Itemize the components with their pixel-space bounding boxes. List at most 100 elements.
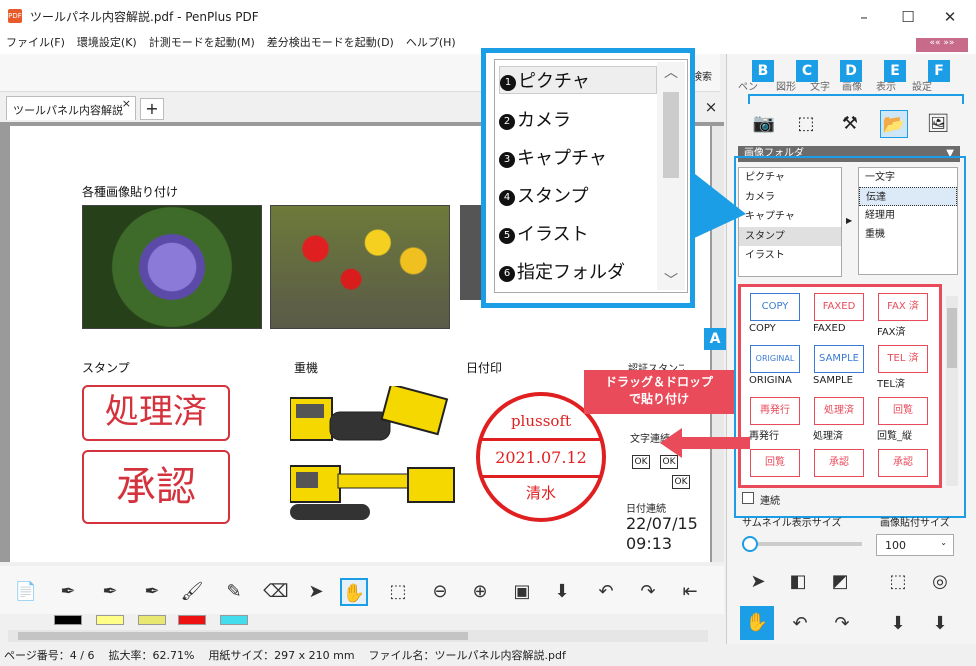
zoom-scrollbar[interactable]: ︿ ﹀ — [657, 62, 685, 290]
hand-tool-icon[interactable]: ✋ — [740, 606, 774, 640]
slider-handle[interactable] — [742, 536, 758, 552]
paste-size-select[interactable]: 100 ⌄ — [876, 534, 954, 556]
scroll-thumb[interactable] — [18, 632, 468, 640]
page-delete-icon[interactable]: ⬇ — [926, 610, 954, 638]
tulips-photo[interactable] — [270, 205, 450, 329]
swatch-red[interactable] — [178, 615, 206, 625]
thumb-item[interactable]: SAMPLE SAMPLE — [809, 345, 869, 391]
zoom-item[interactable]: 3 キャプチャ — [499, 144, 607, 170]
thumb-item[interactable]: 回覧 — [745, 449, 805, 495]
thumb-item[interactable]: FAXED FAXED — [809, 293, 869, 339]
thumb-scrollbar[interactable] — [946, 296, 958, 486]
subfolder-item-selected[interactable]: 伝達 — [859, 187, 957, 206]
scroll-thumb[interactable] — [947, 308, 957, 368]
zoom-item[interactable]: 4 スタンプ — [499, 182, 588, 208]
marker-pen-2-icon[interactable]: ✒ — [96, 578, 124, 606]
marker-pen-icon[interactable]: ✒ — [54, 578, 82, 606]
thumb-item[interactable]: 処理済 処理済 — [809, 397, 869, 443]
ok-mark[interactable]: OK — [632, 455, 650, 469]
folder-icon[interactable]: 📂 — [880, 110, 908, 138]
menu-help[interactable]: ヘルプ(H) — [400, 32, 462, 54]
continuous-checkbox[interactable] — [742, 492, 754, 504]
close-window-button[interactable]: ✕ — [930, 6, 970, 28]
thumb-item[interactable]: 再発行 再発行 — [745, 397, 805, 443]
tab-close-icon[interactable]: × — [122, 97, 131, 110]
area-select-icon[interactable]: ⬚ — [884, 568, 912, 596]
zoom-item[interactable]: 6 指定フォルダ — [499, 258, 625, 284]
page-edit-icon[interactable]: 📄 — [12, 578, 40, 606]
redo-icon[interactable]: ↷ — [828, 610, 856, 638]
stamp-processed[interactable]: 処理済 — [82, 385, 230, 441]
select-arrow-icon[interactable]: ➤ — [744, 568, 772, 596]
ok-mark[interactable]: OK — [672, 475, 690, 489]
highlighter-icon[interactable]: ✎ — [220, 578, 248, 606]
thumb-item[interactable]: 承認 — [809, 449, 869, 495]
category-item-selected[interactable]: スタンプ — [739, 226, 841, 246]
menu-measure[interactable]: 計測モードを起動(M) — [143, 32, 261, 54]
zoom-in-icon[interactable]: ⊕ — [466, 578, 494, 606]
target-icon[interactable]: ◎ — [926, 568, 954, 596]
subfolder-item[interactable]: 経理用 — [859, 206, 957, 225]
bring-front-icon[interactable]: ◧ — [784, 568, 812, 596]
menu-file[interactable]: ファイル(F) — [0, 32, 71, 54]
status-zoom: 拡大率：62.71% — [108, 649, 195, 662]
thumb-item[interactable]: COPY COPY — [745, 293, 805, 339]
thumb-size-slider[interactable] — [742, 536, 862, 552]
document-tab[interactable]: ツールパネル内容解説 × — [6, 96, 136, 120]
thumb-item[interactable]: TEL 済 TEL済 — [873, 345, 933, 391]
stamp-approved[interactable]: 承認 — [82, 450, 230, 524]
hand-tool-icon[interactable]: ✋ — [340, 578, 368, 606]
select-arrow-icon[interactable]: ➤ — [302, 578, 330, 606]
scroll-thumb[interactable] — [663, 92, 679, 178]
close-document-button[interactable]: × — [700, 96, 722, 118]
zoom-out-icon[interactable]: ⊖ — [426, 578, 454, 606]
thumb-item[interactable]: ORIGINAL ORIGINA — [745, 345, 805, 391]
tab-shape[interactable]: 図形 — [776, 78, 796, 93]
search-tab-label[interactable]: 検索 — [692, 68, 712, 83]
brush-icon[interactable]: 🖌 — [178, 578, 206, 606]
maximize-button[interactable]: ☐ — [888, 6, 928, 28]
page-insert-icon[interactable]: ⬇ — [884, 610, 912, 638]
horizontal-scrollbar[interactable] — [8, 630, 708, 642]
camera-icon[interactable]: 📷 — [750, 110, 778, 138]
swatch-black[interactable] — [54, 615, 82, 625]
send-back-icon[interactable]: ◩ — [826, 568, 854, 596]
clematis-photo[interactable] — [82, 205, 262, 329]
category-item[interactable]: カメラ — [739, 188, 841, 208]
undo-icon[interactable]: ↶ — [592, 578, 620, 606]
stamp-icon[interactable]: ⚒ — [836, 110, 864, 138]
first-page-icon[interactable]: ⇤ — [676, 578, 704, 606]
category-item[interactable]: キャプチャ — [739, 207, 841, 227]
thumb-item[interactable]: 承認 — [873, 449, 933, 495]
excavator-illustration[interactable] — [289, 460, 460, 524]
zoom-item[interactable]: 1 ピクチャ — [499, 66, 657, 94]
menu-settings[interactable]: 環境設定(K) — [71, 32, 143, 54]
capture-icon[interactable]: ⬚ — [792, 110, 820, 138]
add-tab-button[interactable]: + — [140, 98, 164, 120]
redo-icon[interactable]: ↷ — [634, 578, 662, 606]
minimize-button[interactable]: – — [844, 6, 884, 28]
scroll-down-icon[interactable]: ﹀ — [657, 270, 685, 290]
thumb-item[interactable]: 回覧 回覧_縦 — [873, 397, 933, 443]
picture-icon[interactable]: 🖼 — [924, 110, 952, 138]
zoom-item[interactable]: 5 イラスト — [499, 220, 589, 246]
category-item[interactable]: イラスト — [739, 246, 841, 266]
swatch-pattern-yellow[interactable] — [138, 615, 166, 625]
fit-page-icon[interactable]: ▣ — [508, 578, 536, 606]
zoom-item[interactable]: 2 カメラ — [499, 106, 571, 132]
scroll-up-icon[interactable]: ︿ — [657, 62, 685, 82]
swatch-cyan[interactable] — [220, 615, 248, 625]
swatch-yellow[interactable] — [96, 615, 124, 625]
undo-icon[interactable]: ↶ — [786, 610, 814, 638]
marker-pen-3-icon[interactable]: ✒ — [138, 578, 166, 606]
eraser-icon[interactable]: ⌫ — [262, 578, 290, 606]
menu-diff[interactable]: 差分検出モードを起動(D) — [261, 32, 400, 54]
subfolder-item[interactable]: 重機 — [859, 225, 957, 244]
area-select-icon[interactable]: ⬚ — [384, 578, 412, 606]
thumb-item[interactable]: FAX 済 FAX済 — [873, 293, 933, 339]
page-add-icon[interactable]: ⬇ — [548, 578, 576, 606]
category-item[interactable]: ピクチャ — [739, 168, 841, 188]
panel-toggle[interactable]: «« »» — [916, 38, 968, 52]
subfolder-item[interactable]: 一文字 — [859, 168, 957, 187]
bulldozer-illustration[interactable] — [289, 383, 450, 448]
